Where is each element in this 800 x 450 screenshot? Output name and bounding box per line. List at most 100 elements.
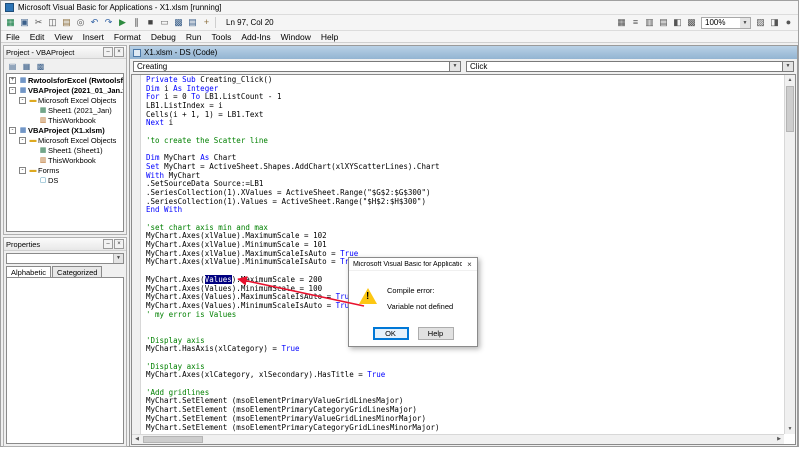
undo-icon[interactable]: ↶	[88, 16, 101, 29]
menu-window[interactable]: Window	[276, 31, 316, 42]
reset-icon[interactable]: ■	[144, 16, 157, 29]
chevron-down-icon[interactable]: ▼	[113, 254, 123, 263]
scroll-up-icon[interactable]: ▲	[785, 75, 795, 85]
save-icon[interactable]: ▣	[18, 16, 31, 29]
help-button[interactable]: Help	[418, 327, 454, 340]
addin-half-icon[interactable]: ◨	[768, 16, 781, 29]
design-mode-icon[interactable]: ▭	[158, 16, 171, 29]
collapse-icon[interactable]: -	[19, 137, 26, 144]
addin-dot-icon[interactable]: ●	[782, 16, 795, 29]
addin-rows-icon[interactable]: ▤	[657, 16, 670, 29]
menu-view[interactable]: View	[49, 31, 77, 42]
tab-alphabetic[interactable]: Alphabetic	[6, 266, 51, 277]
code-line[interactable]: Set MyChart = ActiveSheet.Shapes.AddChar…	[146, 163, 783, 172]
addin-grid-icon[interactable]: ▦	[615, 16, 628, 29]
minimize-icon[interactable]: –	[103, 239, 113, 249]
addin-columns-icon[interactable]: ▥	[643, 16, 656, 29]
find-icon[interactable]: ◎	[74, 16, 87, 29]
tab-categorized[interactable]: Categorized	[52, 266, 102, 277]
code-line[interactable]: For i = 0 To LB1.ListCount - 1	[146, 93, 783, 102]
close-icon[interactable]: ×	[462, 258, 477, 271]
chevron-down-icon[interactable]: ▼	[740, 18, 750, 28]
code-window-titlebar[interactable]: X1.xlsm - DS (Code)	[130, 46, 797, 59]
event-dropdown[interactable]: Click ▼	[466, 61, 794, 72]
properties-panel-header[interactable]: Properties – ×	[4, 238, 126, 251]
code-line[interactable]: 'to create the Scatter line	[146, 137, 783, 146]
chevron-down-icon[interactable]: ▼	[449, 62, 460, 71]
code-line[interactable]	[146, 354, 783, 363]
vertical-scrollbar-thumb[interactable]	[786, 86, 794, 132]
tree-item[interactable]: ▥ThisWorkbook	[7, 115, 123, 125]
properties-window-icon[interactable]: ▤	[186, 16, 199, 29]
toolbox-icon[interactable]: +	[200, 16, 213, 29]
object-dropdown[interactable]: Creating ▼	[133, 61, 461, 72]
code-margin-bar[interactable]	[132, 75, 141, 434]
tree-item[interactable]: -▬Forms	[7, 165, 123, 175]
collapse-icon[interactable]: -	[19, 97, 26, 104]
menu-help[interactable]: Help	[316, 31, 343, 42]
tree-item[interactable]: -▦VBAProject (2021_01_Jan.xls)	[7, 85, 123, 95]
addin-box-icon[interactable]: ◧	[671, 16, 684, 29]
code-line[interactable]	[146, 146, 783, 155]
tree-item[interactable]: +▦RwtoolsforExcel (RwtoolsforExcel	[7, 75, 123, 85]
ok-button[interactable]: OK	[373, 327, 409, 340]
code-line[interactable]: Cells(i + 1, 1) = LB1.Text	[146, 111, 783, 120]
code-line[interactable]: MyChart.Axes(xlCategory, xlSecondary).Ha…	[146, 371, 783, 380]
code-line[interactable]: .SeriesCollection(1).Values = ActiveShee…	[146, 198, 783, 207]
collapse-icon[interactable]: -	[9, 87, 16, 94]
properties-grid[interactable]	[6, 277, 124, 444]
vertical-scrollbar[interactable]: ▲ ▼	[784, 75, 795, 434]
close-icon[interactable]: ×	[114, 47, 124, 57]
project-panel-header[interactable]: Project - VBAProject – ×	[4, 46, 126, 59]
dialog-titlebar[interactable]: Microsoft Visual Basic for Applications …	[349, 258, 477, 271]
tree-item[interactable]: ▦Sheet1 (2021_Jan)	[7, 105, 123, 115]
menu-tools[interactable]: Tools	[206, 31, 236, 42]
menu-file[interactable]: File	[1, 31, 25, 42]
code-line[interactable]: End With	[146, 206, 783, 215]
tree-item[interactable]: ▢DS	[7, 175, 123, 185]
chevron-down-icon[interactable]: ▼	[782, 62, 793, 71]
code-line[interactable]: Next i	[146, 119, 783, 128]
menu-debug[interactable]: Debug	[146, 31, 181, 42]
code-line[interactable]: Private Sub Creating_Click()	[146, 76, 783, 85]
menu-format[interactable]: Format	[109, 31, 146, 42]
code-token: MyChart.Axes(xlValue).MinimumScaleIsAuto…	[146, 257, 340, 266]
scroll-right-icon[interactable]: ▶	[774, 435, 784, 444]
copy-icon[interactable]: ◫	[46, 16, 59, 29]
collapse-icon[interactable]: -	[9, 127, 16, 134]
view-code-icon[interactable]: ▤	[7, 61, 18, 72]
addin-list-icon[interactable]: ≡	[629, 16, 642, 29]
expand-icon[interactable]: +	[9, 77, 16, 84]
toggle-folders-icon[interactable]: ▩	[35, 61, 46, 72]
horizontal-scrollbar-thumb[interactable]	[143, 436, 203, 443]
menu-addins[interactable]: Add-Ins	[236, 31, 275, 42]
minimize-icon[interactable]: –	[103, 47, 113, 57]
code-line[interactable]	[146, 380, 783, 389]
horizontal-scrollbar[interactable]: ◀ ▶	[132, 434, 784, 444]
code-line[interactable]: MyChart.SetElement (msoElementPrimaryCat…	[146, 424, 783, 433]
view-object-icon[interactable]: ▦	[21, 61, 32, 72]
menu-insert[interactable]: Insert	[78, 31, 109, 42]
properties-object-combo[interactable]: ▼	[6, 253, 124, 264]
tree-item[interactable]: -▬Microsoft Excel Objects	[7, 135, 123, 145]
addin-stack-icon[interactable]: ▩	[685, 16, 698, 29]
menu-run[interactable]: Run	[181, 31, 207, 42]
paste-icon[interactable]: ▤	[60, 16, 73, 29]
tree-item[interactable]: ▦Sheet1 (Sheet1)	[7, 145, 123, 155]
tree-item[interactable]: ▥ThisWorkbook	[7, 155, 123, 165]
excel-icon[interactable]: ▦	[4, 16, 17, 29]
scroll-left-icon[interactable]: ◀	[132, 435, 142, 444]
project-explorer-icon[interactable]: ▩	[172, 16, 185, 29]
zoom-combo[interactable]: 100% ▼	[701, 17, 751, 29]
close-icon[interactable]: ×	[114, 239, 124, 249]
addin-shade-icon[interactable]: ▨	[754, 16, 767, 29]
cut-icon[interactable]: ✂	[32, 16, 45, 29]
redo-icon[interactable]: ↷	[102, 16, 115, 29]
break-icon[interactable]: ∥	[130, 16, 143, 29]
tree-item[interactable]: -▬Microsoft Excel Objects	[7, 95, 123, 105]
menu-edit[interactable]: Edit	[25, 31, 50, 42]
tree-item[interactable]: -▦VBAProject (X1.xlsm)	[7, 125, 123, 135]
run-icon[interactable]: ▶	[116, 16, 129, 29]
scroll-down-icon[interactable]: ▼	[785, 424, 795, 434]
collapse-icon[interactable]: -	[19, 167, 26, 174]
